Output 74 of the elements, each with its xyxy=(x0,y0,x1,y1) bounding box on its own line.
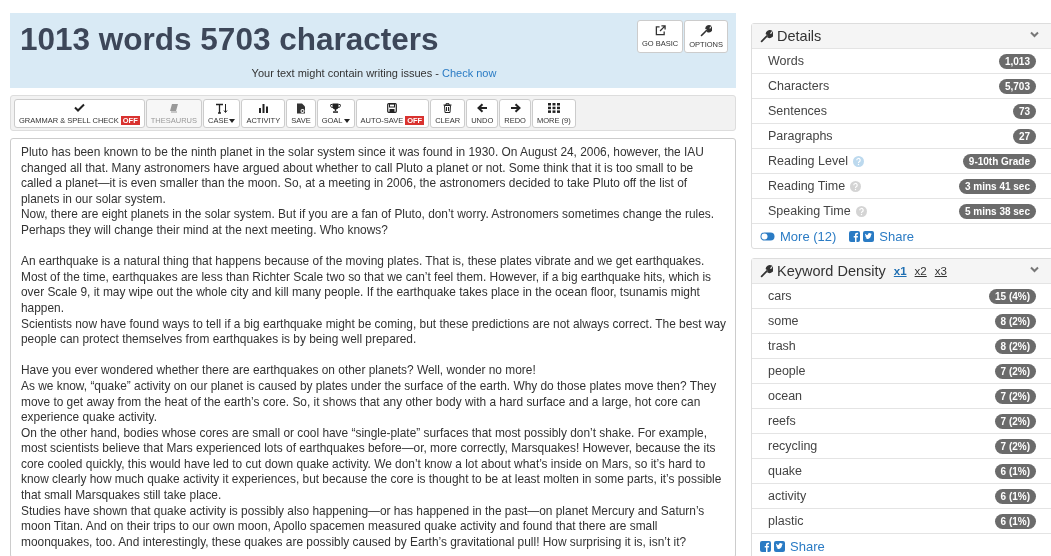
count-badge: 7 (2%) xyxy=(994,438,1036,454)
count-badge: 5,703 xyxy=(998,78,1036,94)
count-badge: 8 (2%) xyxy=(994,338,1036,354)
more-link[interactable]: More (12) xyxy=(780,228,837,244)
stat-label: reefs xyxy=(768,414,796,428)
text-paragraph: Have you ever wondered whether there are earthquakes on other planets? Well, wonder no more! xyxy=(21,363,537,379)
text-case-icon xyxy=(215,103,229,114)
density-tab[interactable]: x3 xyxy=(934,265,947,277)
count-badge: 15 (4%) xyxy=(989,288,1036,304)
wrench-icon xyxy=(760,264,773,278)
stat-label: plastic xyxy=(768,514,804,528)
text-paragraph: On the other hand, bodies whose cores are small or cool have “single-plate” surfaces that most possibly don’t shake. For example, most scientists believe that Mars experienced lots of earthquakes before—or, more correctly, Marsquakes! However, because the its core cooled quickly, this would have led to cut down quake activity. We don’t know a lot about what’s inside on Mars, so it’s hard to know clearly how much quake activity it experiences, but because the core is thought to be at least molten in some parts, it’s possible that small Marsquakes still take place. xyxy=(21,425,723,504)
stat-label: some xyxy=(768,314,799,328)
wrench-icon xyxy=(760,29,773,43)
stat-label: trash xyxy=(768,339,796,353)
count-badge: 6 (1%) xyxy=(994,513,1036,529)
file-icon xyxy=(295,103,306,114)
count-badge: 6 (1%) xyxy=(994,463,1036,479)
trash-icon xyxy=(443,103,453,113)
count-badge: 7 (2%) xyxy=(994,413,1036,429)
count-badge: 9-10th Grade xyxy=(962,153,1036,169)
stat-label: quake xyxy=(768,464,803,478)
count-badge: 5 mins 38 sec xyxy=(958,203,1036,219)
chevron-icon[interactable] xyxy=(1030,31,1039,38)
toggle-icon[interactable] xyxy=(760,231,775,241)
arrow-left-icon xyxy=(476,103,488,113)
arrow-right-icon xyxy=(509,103,521,113)
stat-label: Speaking Time xyxy=(768,204,851,218)
word-count-title: 1013 words 5703 characters xyxy=(20,21,439,57)
writing-issues-notice: Your text might contain writing issues - Check now xyxy=(250,67,498,79)
count-badge: 27 xyxy=(1012,128,1036,144)
checkmark-icon xyxy=(73,103,85,112)
stat-label: recycling xyxy=(768,439,818,453)
panel-title: Keyword Density xyxy=(777,263,886,279)
stat-label: Paragraphs xyxy=(768,129,833,143)
facebook-icon[interactable] xyxy=(760,540,771,552)
stat-label: Sentences xyxy=(768,104,828,118)
chevron-icon[interactable] xyxy=(1030,266,1039,273)
text-paragraph: As we know, “quake” activity on our planet is caused by plates under the surface of the earth. Why do those plates move then? They move to get away from the heat of the earth’s core. So, it shows that any other body with a hard surface and a large, hot core can experience quake activity. xyxy=(21,378,718,426)
density-tab[interactable]: x2 xyxy=(914,265,927,277)
text-paragraph: Now, there are eight planets in the solar system. But if you are a fan of Pluto, don’t worry. Astronomers sometimes change the rules. Perhaps they will change their mind at the next meeting. Who knows? xyxy=(21,207,716,239)
external-link-icon xyxy=(654,25,666,36)
facebook-icon[interactable] xyxy=(849,230,861,242)
share-link[interactable]: Share xyxy=(879,228,915,244)
stat-label: Characters xyxy=(768,79,830,93)
count-badge: 3 mins 41 sec xyxy=(958,178,1036,194)
stat-label: people xyxy=(768,364,806,378)
stat-label: Reading Time xyxy=(768,179,846,193)
check-now-link[interactable]: Check now xyxy=(441,67,497,79)
twitter-icon[interactable] xyxy=(863,230,875,242)
count-badge: 7 (2%) xyxy=(994,363,1036,379)
density-tab[interactable]: x1 xyxy=(893,265,907,277)
text-paragraph: Scientists now have found ways to tell if a big earthquake might be coming, but these predictions are not always correct. The best way people can protect themselves from earthquakes is by being well prepared. xyxy=(21,316,726,348)
wrench-icon xyxy=(700,25,713,37)
count-badge: 1,013 xyxy=(998,53,1036,69)
bar-chart-icon xyxy=(257,103,269,113)
count-badge: 73 xyxy=(1012,103,1036,119)
stat-label: ocean xyxy=(768,389,803,403)
count-badge: 8 (2%) xyxy=(994,313,1036,329)
grid-icon xyxy=(547,103,560,113)
count-badge: 6 (1%) xyxy=(994,488,1036,504)
count-badge: 7 (2%) xyxy=(994,388,1036,404)
book-icon xyxy=(168,103,179,113)
stat-label: cars xyxy=(768,289,792,303)
text-paragraph: Pluto has been known to be the ninth planet in the solar system since it was found in 1930. On August 24, 2006, however, the IAU changed all that. Many astronomers have argued about whether to call Pluto a planet or not. Some think that it is too small to be called a planet—it is even smaller than the moon. So, at a meeting in 2006, the astronomers decided to take Pluto off the list of planets in our solar system. xyxy=(21,145,705,208)
share-link[interactable]: Share xyxy=(790,538,825,554)
stat-label: Words xyxy=(768,54,804,68)
text-paragraph: Studies have shown that quake activity is possibly also happening—or has happened in the past—on planet Mercury and Saturn’s moon Titan. And on their trips to our own moon, Apollo spacemen measured quake activity and found that there are small moonquakes, too. And interestingly, these quakes are possibly caused by Earth’s gravitational pull! How surprising it is, isn’t it? xyxy=(21,503,706,551)
panel-title: Details xyxy=(777,28,822,44)
twitter-icon[interactable] xyxy=(774,540,785,552)
stat-label: Reading Level xyxy=(768,154,848,168)
text-paragraph: An earthquake is a natural thing that happens because of the moving plates. That is, these plates vibrate and we get earthquakes. Most of the time, earthquakes are less than Richter Scale two so that we can’t feel them. However, if a big earthquake hits, which is over Scale 9, it may wipe out the whole city and kill many people. If the earthquake takes place in the ocean floor, tsunamis might happen. xyxy=(21,254,712,317)
trophy-icon xyxy=(330,103,342,113)
stat-label: activity xyxy=(768,489,807,503)
